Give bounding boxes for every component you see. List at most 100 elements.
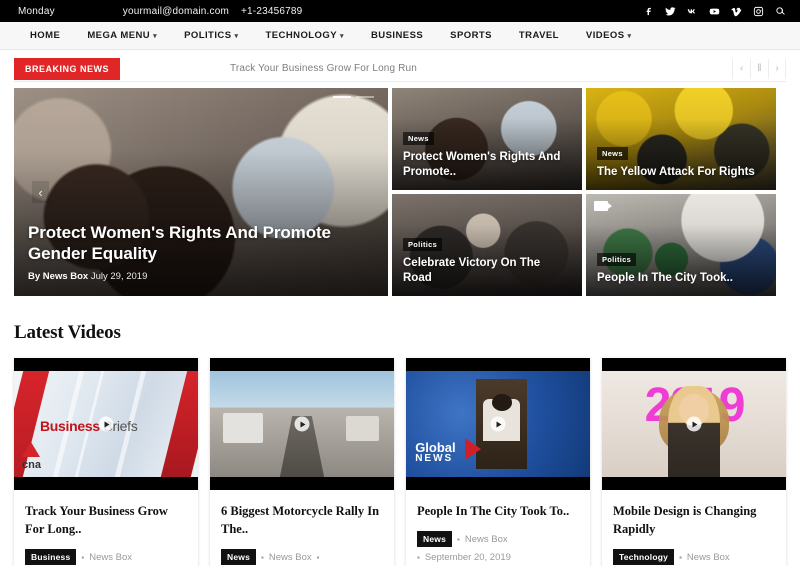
nav-item-technology[interactable]: TECHNOLOGY ▾	[265, 30, 344, 41]
video-card[interactable]: 2019 Mobile Design is Changing Rapidly T…	[602, 358, 786, 566]
video-thumbnail[interactable]: Global NEWS	[406, 358, 590, 490]
nav-item-sports[interactable]: SPORTS	[450, 30, 492, 41]
nav-label: MEGA MENU	[87, 30, 151, 41]
play-button-icon[interactable]	[490, 416, 506, 432]
youtube-icon[interactable]	[709, 6, 720, 17]
video-author: News Box	[686, 551, 730, 563]
nav-item-videos[interactable]: VIDEOS ▾	[586, 30, 632, 41]
video-card-grid: Business Briefs cna Track Your Business …	[14, 358, 786, 566]
hero-byline-author: News Box	[42, 271, 89, 282]
video-author: News Box	[89, 551, 133, 563]
ticker-prev-button[interactable]: ‹	[732, 58, 750, 79]
section-title: Latest Videos	[14, 322, 121, 343]
hero-featured-title: Protect Women's Rights And Promote Gende…	[28, 222, 331, 263]
video-thumbnail[interactable]: 2019	[602, 358, 786, 490]
ticker-pause-button[interactable]: ‖	[750, 58, 768, 79]
contact-phone[interactable]: +1-23456789	[241, 6, 302, 17]
meta-separator: ▪	[316, 552, 320, 562]
nav-item-mega-menu[interactable]: MEGA MENU ▾	[87, 30, 157, 41]
play-button-icon[interactable]	[294, 416, 310, 432]
thumb-brand-logo: cna	[22, 459, 41, 471]
meta-separator: ▪	[81, 552, 85, 562]
top-bar-info: Monday yourmail@domain.com +1-23456789	[0, 6, 302, 17]
hero-tile-celebrate-victory[interactable]: Politics Celebrate Victory On The Road	[392, 194, 582, 296]
play-button-icon[interactable]	[686, 416, 702, 432]
video-card[interactable]: Business Briefs cna Track Your Business …	[14, 358, 198, 566]
breaking-news-bar: BREAKING NEWS Track Your Business Grow F…	[0, 50, 800, 88]
vk-icon[interactable]	[687, 6, 698, 17]
video-title: 6 Biggest Motorcycle Rally In The..	[221, 504, 380, 537]
search-icon[interactable]	[775, 6, 786, 17]
hero-featured-date: July 29, 2019	[90, 271, 148, 282]
contact-email[interactable]: yourmail@domain.com	[123, 6, 229, 17]
facebook-icon[interactable]	[643, 6, 654, 17]
meta-separator: ▪	[417, 553, 420, 563]
hero-featured-meta: By News Box July 29, 2019	[28, 271, 388, 282]
category-badge[interactable]: Politics	[597, 253, 637, 267]
main-navigation: HOME MEGA MENU ▾ POLITICS ▾ TECHNOLOGY ▾…	[0, 22, 800, 50]
nav-label: POLITICS	[184, 30, 232, 41]
category-badge[interactable]: News	[403, 132, 434, 146]
hero-slider-dot-1[interactable]	[333, 96, 351, 98]
video-camera-icon	[594, 201, 612, 211]
video-card[interactable]: Global NEWS People In The City Took To.. …	[406, 358, 590, 566]
video-card[interactable]: 6 Biggest Motorcycle Rally In The.. News…	[210, 358, 394, 566]
thumb-overlay-text: Global NEWS	[415, 440, 456, 465]
hero-grid: ‹ Protect Women's Rights And Promote Gen…	[14, 88, 786, 296]
breaking-news-badge: BREAKING NEWS	[14, 57, 121, 80]
instagram-icon[interactable]	[753, 6, 764, 17]
nav-label: HOME	[30, 30, 61, 41]
category-badge[interactable]: News	[597, 147, 628, 161]
nav-item-politics[interactable]: POLITICS ▾	[184, 30, 238, 41]
social-links	[643, 6, 786, 17]
thumb-brand-logo: NEWS	[415, 453, 454, 465]
nav-label: SPORTS	[450, 30, 492, 41]
hero-tile-title: Celebrate Victory On The Road	[403, 257, 541, 285]
video-title: Mobile Design is Changing Rapidly	[613, 504, 757, 537]
hero-byline-prefix: By	[28, 271, 41, 282]
thumb-overlay-text: Business Briefs	[40, 417, 138, 434]
nav-label: TECHNOLOGY	[265, 30, 338, 41]
chevron-down-icon: ▾	[153, 33, 158, 40]
ticker-next-button[interactable]: ›	[768, 58, 786, 79]
hero-tile-title: The Yellow Attack For Rights	[597, 166, 755, 179]
hero-tile-title: Protect Women's Rights And Promote..	[403, 151, 561, 179]
video-meta: Technology ▪ News Box	[613, 549, 775, 566]
video-author: News Box	[464, 533, 508, 545]
hero-slider-dot-2[interactable]	[356, 96, 374, 98]
play-button-icon[interactable]	[98, 416, 114, 432]
category-badge[interactable]: Technology	[613, 549, 675, 566]
video-title: Track Your Business Grow For Long..	[25, 504, 168, 537]
video-title: People In The City Took To..	[417, 504, 570, 518]
hero-prev-arrow[interactable]: ‹	[32, 181, 49, 203]
nav-item-business[interactable]: BUSINESS	[371, 30, 423, 41]
nav-item-travel[interactable]: TRAVEL	[519, 30, 559, 41]
category-badge[interactable]: Business	[25, 549, 77, 566]
video-thumbnail[interactable]	[210, 358, 394, 490]
breaking-news-headline[interactable]: Track Your Business Grow For Long Run	[230, 63, 417, 74]
hero-tile-people-in-city[interactable]: Politics People In The City Took..	[586, 194, 776, 296]
video-date: September 20, 2019	[424, 552, 511, 564]
hero-tile-yellow-attack[interactable]: News The Yellow Attack For Rights	[586, 88, 776, 190]
hero-tile-women-rights[interactable]: News Protect Women's Rights And Promote.…	[392, 88, 582, 190]
hero-slider-indicators[interactable]	[333, 96, 374, 98]
meta-separator: ▪	[679, 552, 682, 562]
nav-item-home[interactable]: HOME	[30, 30, 60, 41]
hero-featured-article[interactable]: ‹ Protect Women's Rights And Promote Gen…	[14, 88, 388, 296]
video-thumbnail[interactable]: Business Briefs cna	[14, 358, 198, 490]
chevron-down-icon: ▾	[340, 33, 344, 40]
category-badge[interactable]: News	[221, 549, 257, 566]
video-meta: News ▪ News Box ▪ September 9, 2019	[221, 549, 383, 566]
category-badge[interactable]: News	[417, 531, 453, 548]
nav-label: TRAVEL	[518, 30, 559, 41]
latest-videos-section: Latest Videos Business Briefs cna Track …	[14, 296, 786, 566]
nav-label: BUSINESS	[370, 30, 424, 41]
category-badge[interactable]: Politics	[403, 238, 443, 252]
hero-tile-title: People In The City Took..	[597, 272, 733, 285]
vimeo-icon[interactable]	[731, 6, 742, 17]
nav-label: VIDEOS	[585, 30, 625, 41]
current-day: Monday	[18, 5, 55, 17]
meta-separator: ▪	[261, 552, 264, 562]
twitter-icon[interactable]	[665, 6, 676, 17]
video-author: News Box	[268, 551, 312, 563]
